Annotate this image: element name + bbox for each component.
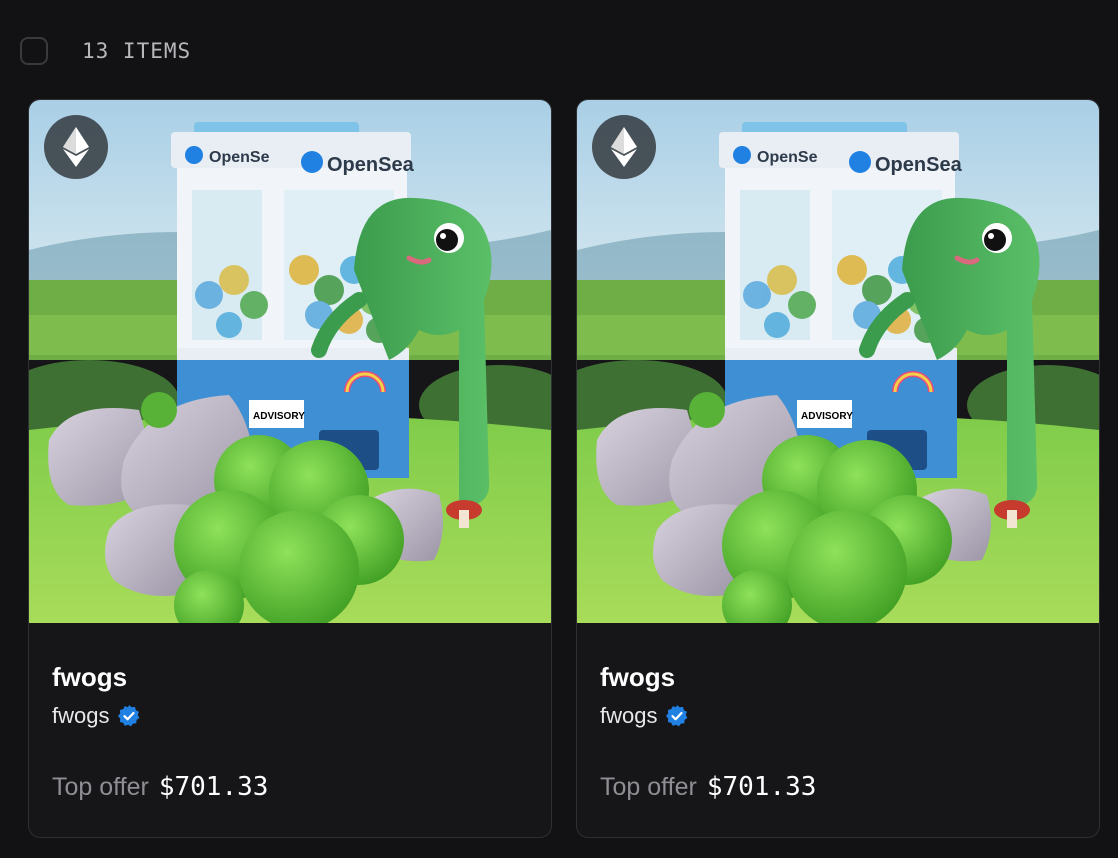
nft-info: fwogs fwogs Top offer $701.33 <box>52 623 531 804</box>
nft-name[interactable]: fwogs <box>600 661 1079 693</box>
svg-text:ADVISORY: ADVISORY <box>253 411 305 422</box>
item-count: 13 ITEMS <box>82 39 192 63</box>
collection-link[interactable]: fwogs <box>52 702 531 730</box>
nft-card[interactable]: OpenSe OpenSea ADVISORY fwogs fwogs Top … <box>28 99 552 838</box>
nft-info: fwogs fwogs Top offer $701.33 <box>600 623 1079 804</box>
svg-text:OpenSe: OpenSe <box>209 149 270 166</box>
verified-badge-icon <box>665 704 689 728</box>
select-all-checkbox[interactable] <box>20 37 48 65</box>
top-offer-label: Top offer <box>600 773 697 801</box>
collection-name[interactable]: fwogs <box>52 702 109 730</box>
ethereum-icon <box>44 115 108 179</box>
top-offer: Top offer $701.33 <box>600 770 1079 804</box>
verified-badge-icon <box>117 704 141 728</box>
svg-text:OpenSea: OpenSea <box>875 154 963 176</box>
nft-image[interactable]: OpenSe OpenSea ADVISORY <box>29 100 551 623</box>
svg-text:OpenSe: OpenSe <box>757 149 818 166</box>
collection-link[interactable]: fwogs <box>600 702 1079 730</box>
top-offer-price: $701.33 <box>706 772 817 802</box>
nft-image[interactable]: OpenSe OpenSea ADVISORY <box>577 100 1099 623</box>
top-offer-label: Top offer <box>52 773 149 801</box>
svg-text:ADVISORY: ADVISORY <box>801 411 853 422</box>
list-header: 13 ITEMS <box>20 35 191 67</box>
ethereum-icon <box>592 115 656 179</box>
top-offer: Top offer $701.33 <box>52 770 531 804</box>
nft-name[interactable]: fwogs <box>52 661 531 693</box>
collection-name[interactable]: fwogs <box>600 702 657 730</box>
top-offer-price: $701.33 <box>158 772 269 802</box>
nft-card[interactable]: OpenSe OpenSea ADVISORY fwogs fwogs Top … <box>576 99 1100 838</box>
svg-text:OpenSea: OpenSea <box>327 154 415 176</box>
